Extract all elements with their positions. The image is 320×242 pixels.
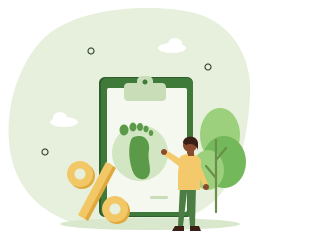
carbon-footprint-illustration — [8, 7, 251, 231]
